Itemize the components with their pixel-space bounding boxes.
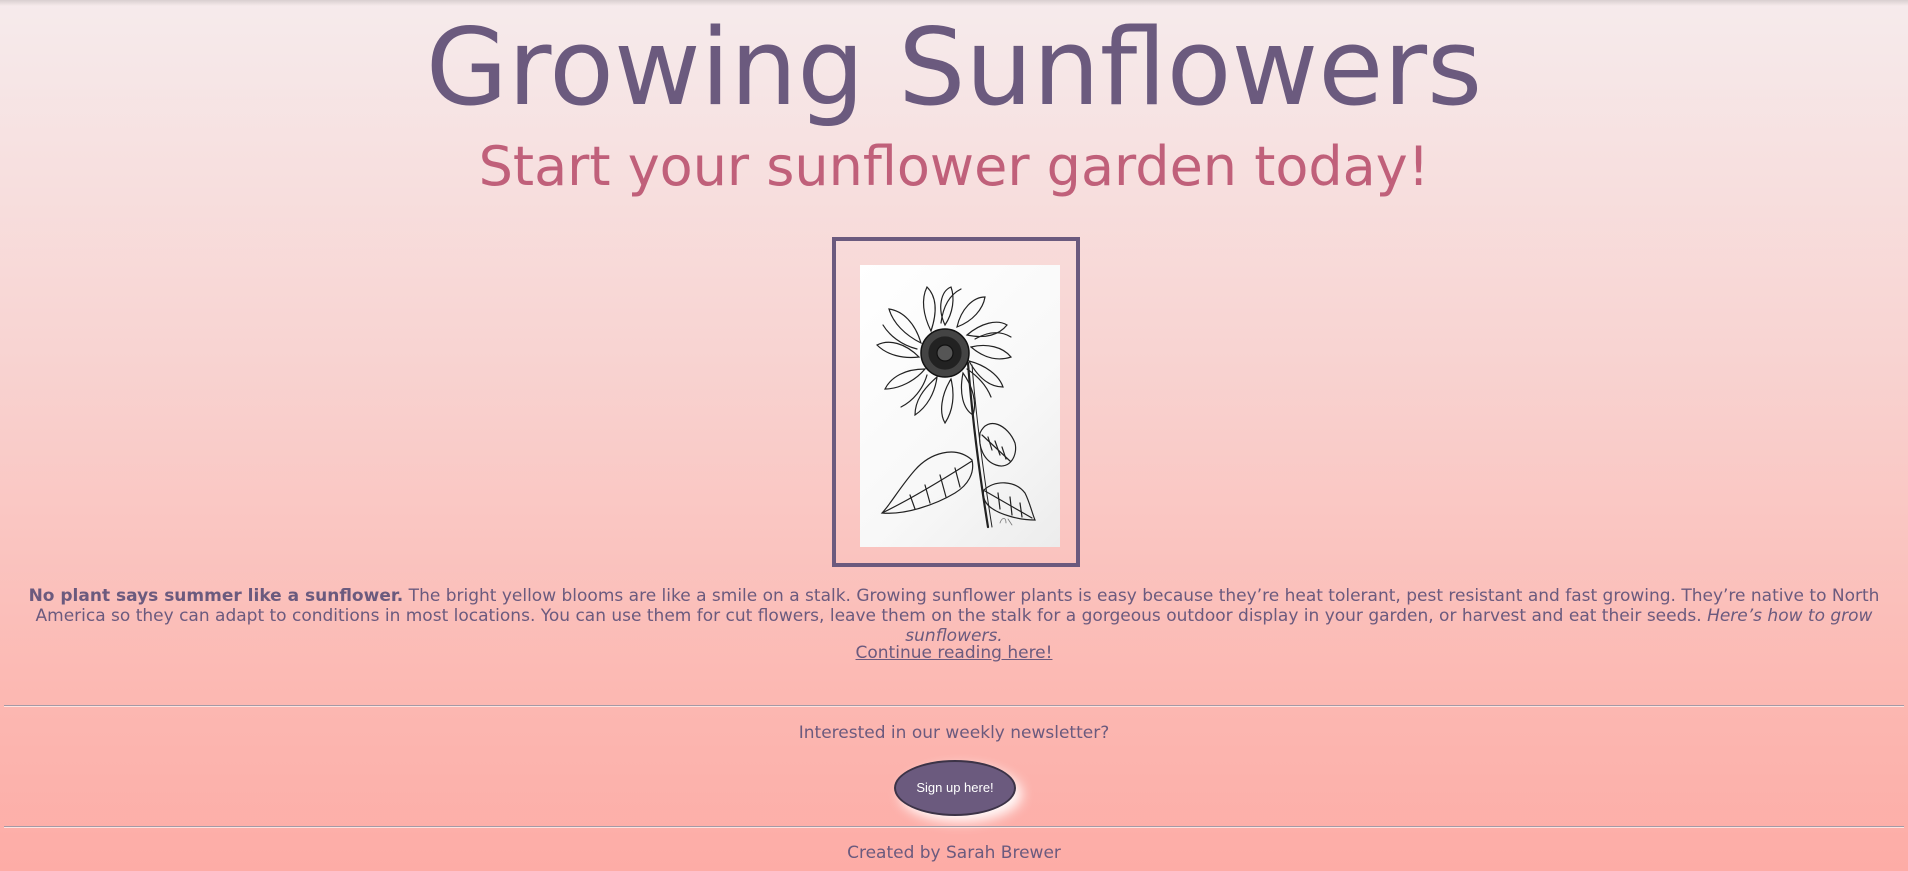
divider-top bbox=[4, 705, 1904, 707]
signup-button[interactable]: Sign up here! bbox=[894, 760, 1016, 816]
image-frame bbox=[832, 237, 1080, 567]
page-subtitle: Start your sunflower garden today! bbox=[478, 135, 1430, 198]
footer-credit: Created by Sarah Brewer bbox=[847, 843, 1061, 863]
divider-bottom bbox=[4, 826, 1904, 828]
intro-lead: No plant says summer like a sunflower. bbox=[28, 586, 404, 606]
continue-reading-link[interactable]: Continue reading here! bbox=[856, 643, 1053, 663]
newsletter-prompt: Interested in our weekly newsletter? bbox=[798, 723, 1110, 743]
continue-container: Continue reading here! bbox=[0, 643, 1908, 663]
page-title: Growing Sunflowers bbox=[425, 6, 1483, 129]
sunflower-image bbox=[860, 265, 1060, 547]
intro-paragraph: No plant says summer like a sunflower. T… bbox=[0, 586, 1908, 646]
sunflower-drawing-icon bbox=[875, 285, 1036, 529]
